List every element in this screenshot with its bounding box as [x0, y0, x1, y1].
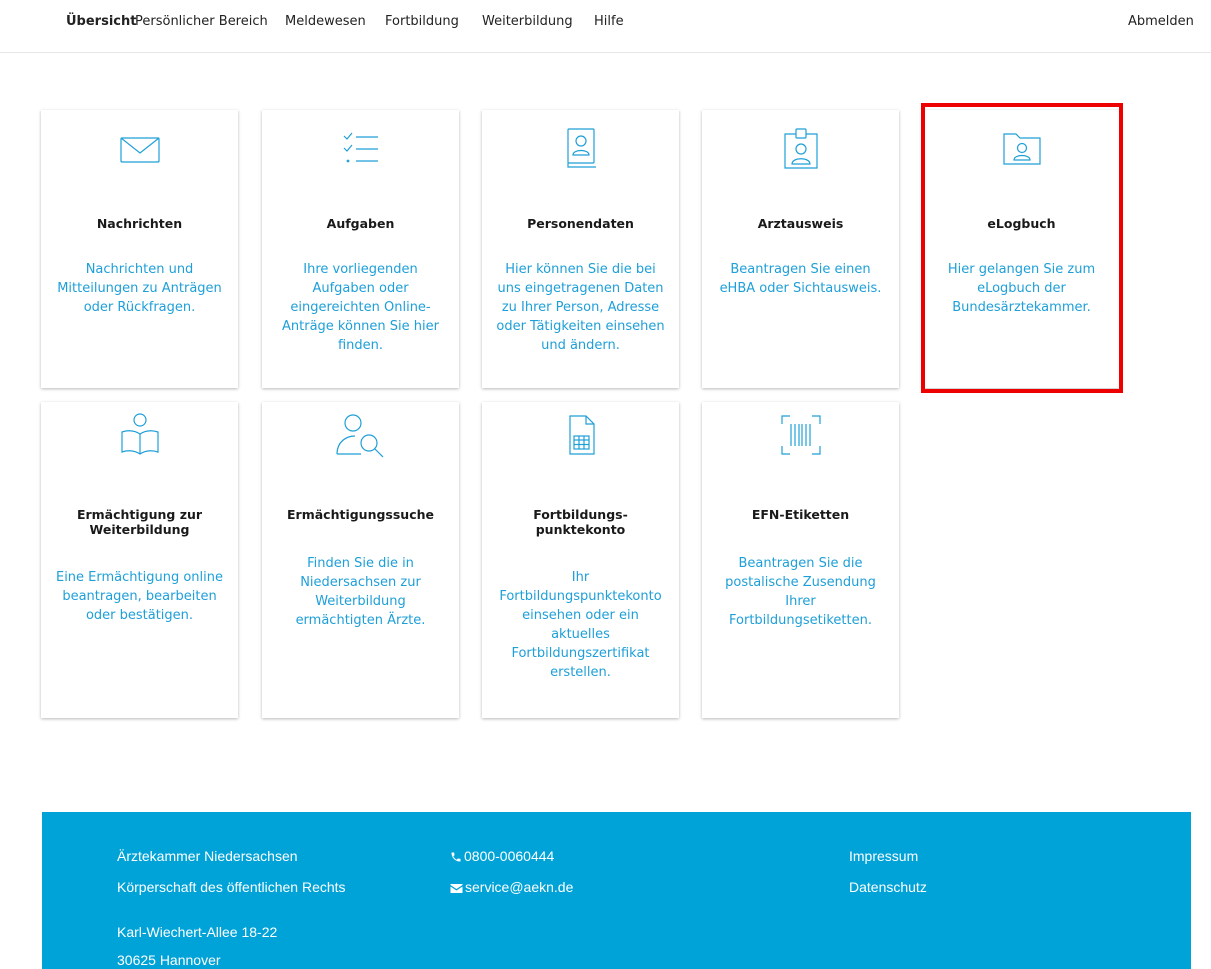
footer-impressum-link[interactable]: Impressum	[849, 848, 918, 864]
footer-org-name: Ärztekammer Niedersachsen	[117, 848, 298, 864]
footer-datenschutz-link[interactable]: Datenschutz	[849, 879, 927, 895]
tile-description: Ihre vorliegenden Aufgaben oder eingerei…	[282, 262, 439, 353]
nav-item-weiterbildung[interactable]: Weiterbildung	[482, 14, 573, 29]
nav-item-uebersicht[interactable]: Übersicht	[66, 14, 136, 29]
tile-description: Hier gelangen Sie zum eLogbuch der Bunde…	[947, 262, 1096, 315]
person-search-icon	[262, 410, 459, 460]
tile-efn-etiketten[interactable]: EFN-Etiketten Beantragen Sie die postali…	[702, 402, 899, 718]
folder-user-icon	[923, 124, 1120, 174]
footer-org-type: Körperschaft des öffentlichen Rechts	[117, 879, 346, 895]
tile-ermaechtigungssuche[interactable]: Ermächtigungssuche Finden Sie die in Nie…	[262, 402, 459, 718]
tile-description: Beantragen Sie einen eHBA oder Sichtausw…	[719, 262, 882, 296]
footer: Ärztekammer Niedersachsen Körperschaft d…	[42, 812, 1191, 969]
footer-city: 30625 Hannover	[117, 952, 221, 968]
footer-phone[interactable]: 0800-0060444	[450, 848, 554, 864]
tile-description: Hier können Sie die bei uns eingetragene…	[496, 262, 665, 353]
top-navigation: Übersicht Persönlicher Bereich Meldewese…	[0, 0, 1211, 53]
nav-item-hilfe[interactable]: Hilfe	[594, 14, 624, 29]
tile-title: eLogbuch	[987, 216, 1056, 231]
barcode-scan-icon	[702, 410, 899, 460]
tile-ermaechtigung-weiterbildung[interactable]: Ermächtigung zur Weiterbildung Eine Ermä…	[41, 402, 238, 718]
phone-icon	[451, 852, 461, 862]
tile-title: Ermächtigung zur Weiterbildung	[76, 507, 203, 537]
tile-title: Aufgaben	[326, 216, 395, 231]
tile-description: Finden Sie die in Niedersachsen zur Weit…	[295, 556, 426, 628]
tile-elogbuch[interactable]: eLogbuch Hier gelangen Sie zum eLogbuch …	[923, 110, 1120, 388]
footer-email-text: service@aekn.de	[465, 879, 574, 895]
tile-personendaten[interactable]: Personendaten Hier können Sie die bei un…	[482, 110, 679, 388]
mail-icon	[450, 883, 463, 893]
reading-person-icon	[41, 410, 238, 460]
calculator-document-icon	[482, 410, 679, 460]
nav-item-fortbildung[interactable]: Fortbildung	[385, 14, 459, 29]
nav-item-persoenlicher-bereich[interactable]: Persönlicher Bereich	[135, 14, 268, 29]
address-book-icon	[482, 124, 679, 174]
tile-title: Nachrichten	[96, 216, 183, 231]
logout-link[interactable]: Abmelden	[1128, 14, 1194, 29]
nav-item-meldewesen[interactable]: Meldewesen	[285, 14, 366, 29]
tile-title: Ermächtigungssuche	[287, 507, 434, 522]
tile-title: Personendaten	[527, 216, 634, 231]
tile-description: Eine Ermächtigung online beantragen, bea…	[55, 570, 224, 623]
footer-street: Karl-Wiechert-Allee 18-22	[117, 924, 278, 940]
tile-title: EFN-Etiketten	[751, 507, 850, 522]
tile-fortbildungspunktekonto[interactable]: Fortbildungs- punktekonto Ihr Fortbildun…	[482, 402, 679, 718]
tile-aufgaben[interactable]: Aufgaben Ihre vorliegenden Aufgaben oder…	[262, 110, 459, 388]
tile-arztausweis[interactable]: Arztausweis Beantragen Sie einen eHBA od…	[702, 110, 899, 388]
tile-title: Fortbildungs- punktekonto	[533, 507, 628, 537]
tile-nachrichten[interactable]: Nachrichten Nachrichten und Mitteilungen…	[41, 110, 238, 388]
tile-description: Nachrichten und Mitteilungen zu Anträgen…	[57, 262, 222, 315]
footer-email[interactable]: service@aekn.de	[450, 879, 573, 895]
tile-description: Ihr Fortbildungspunktekonto einsehen ode…	[499, 570, 662, 680]
tile-description: Beantragen Sie die postalische Zusendung…	[725, 556, 876, 628]
checklist-icon	[262, 124, 459, 174]
id-badge-icon	[702, 124, 899, 174]
footer-phone-text: 0800-0060444	[464, 848, 555, 864]
envelope-icon	[41, 124, 238, 174]
tile-title: Arztausweis	[757, 216, 844, 231]
